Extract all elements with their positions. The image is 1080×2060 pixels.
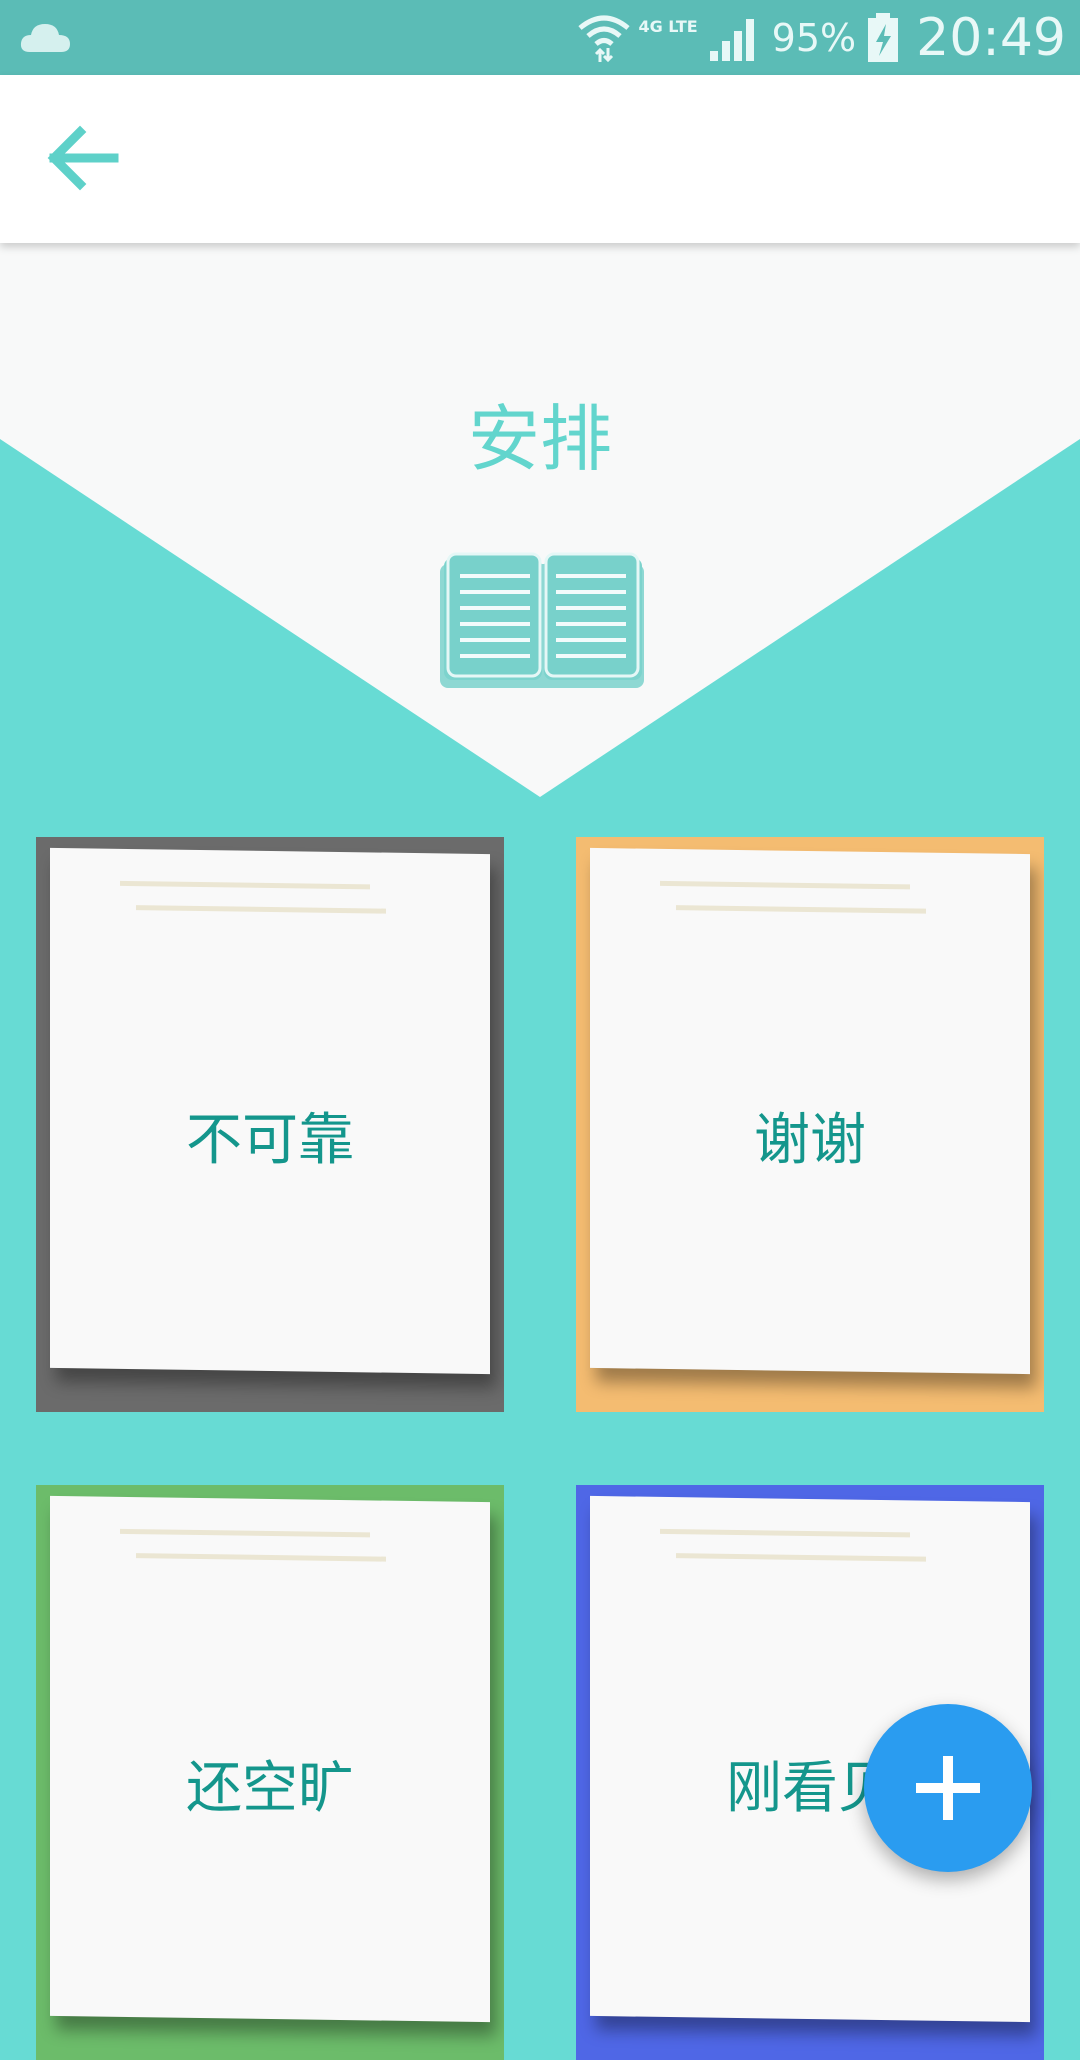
- note-rule: [660, 880, 910, 890]
- open-book-icon: [440, 552, 644, 688]
- app-bar: [0, 75, 1080, 243]
- note-rule: [120, 880, 370, 890]
- page-title: 安排: [467, 397, 612, 481]
- note-title: 谢谢: [754, 1108, 866, 1173]
- cloud-icon: [20, 24, 70, 52]
- network-type: 4G LTE: [638, 17, 698, 36]
- back-button[interactable]: [44, 123, 124, 193]
- add-note-button[interactable]: [864, 1704, 1032, 1872]
- note-card[interactable]: 谢谢: [576, 837, 1044, 1412]
- header-background: [0, 243, 1080, 797]
- note-card[interactable]: 还空旷: [36, 1485, 504, 2060]
- note-rule: [120, 1528, 370, 1538]
- plus-icon: [916, 1756, 980, 1820]
- note-card[interactable]: 不可靠: [36, 837, 504, 1412]
- note-rule: [136, 1553, 386, 1562]
- status-bar: 4G LTE 95% 20:49: [0, 0, 1080, 75]
- note-title: 不可靠: [186, 1108, 354, 1173]
- note-rule: [660, 1528, 910, 1538]
- signal-icon: [709, 18, 754, 61]
- wifi-icon: [578, 15, 631, 62]
- clock: 20:49: [916, 7, 1066, 68]
- arrow-left-icon: [47, 125, 119, 191]
- note-rule: [676, 905, 926, 914]
- note-rule: [136, 905, 386, 914]
- note-title: 还空旷: [186, 1756, 354, 1821]
- battery-percent: 95%: [771, 15, 857, 60]
- note-rule: [676, 1553, 926, 1562]
- battery-charging-icon: [868, 12, 899, 62]
